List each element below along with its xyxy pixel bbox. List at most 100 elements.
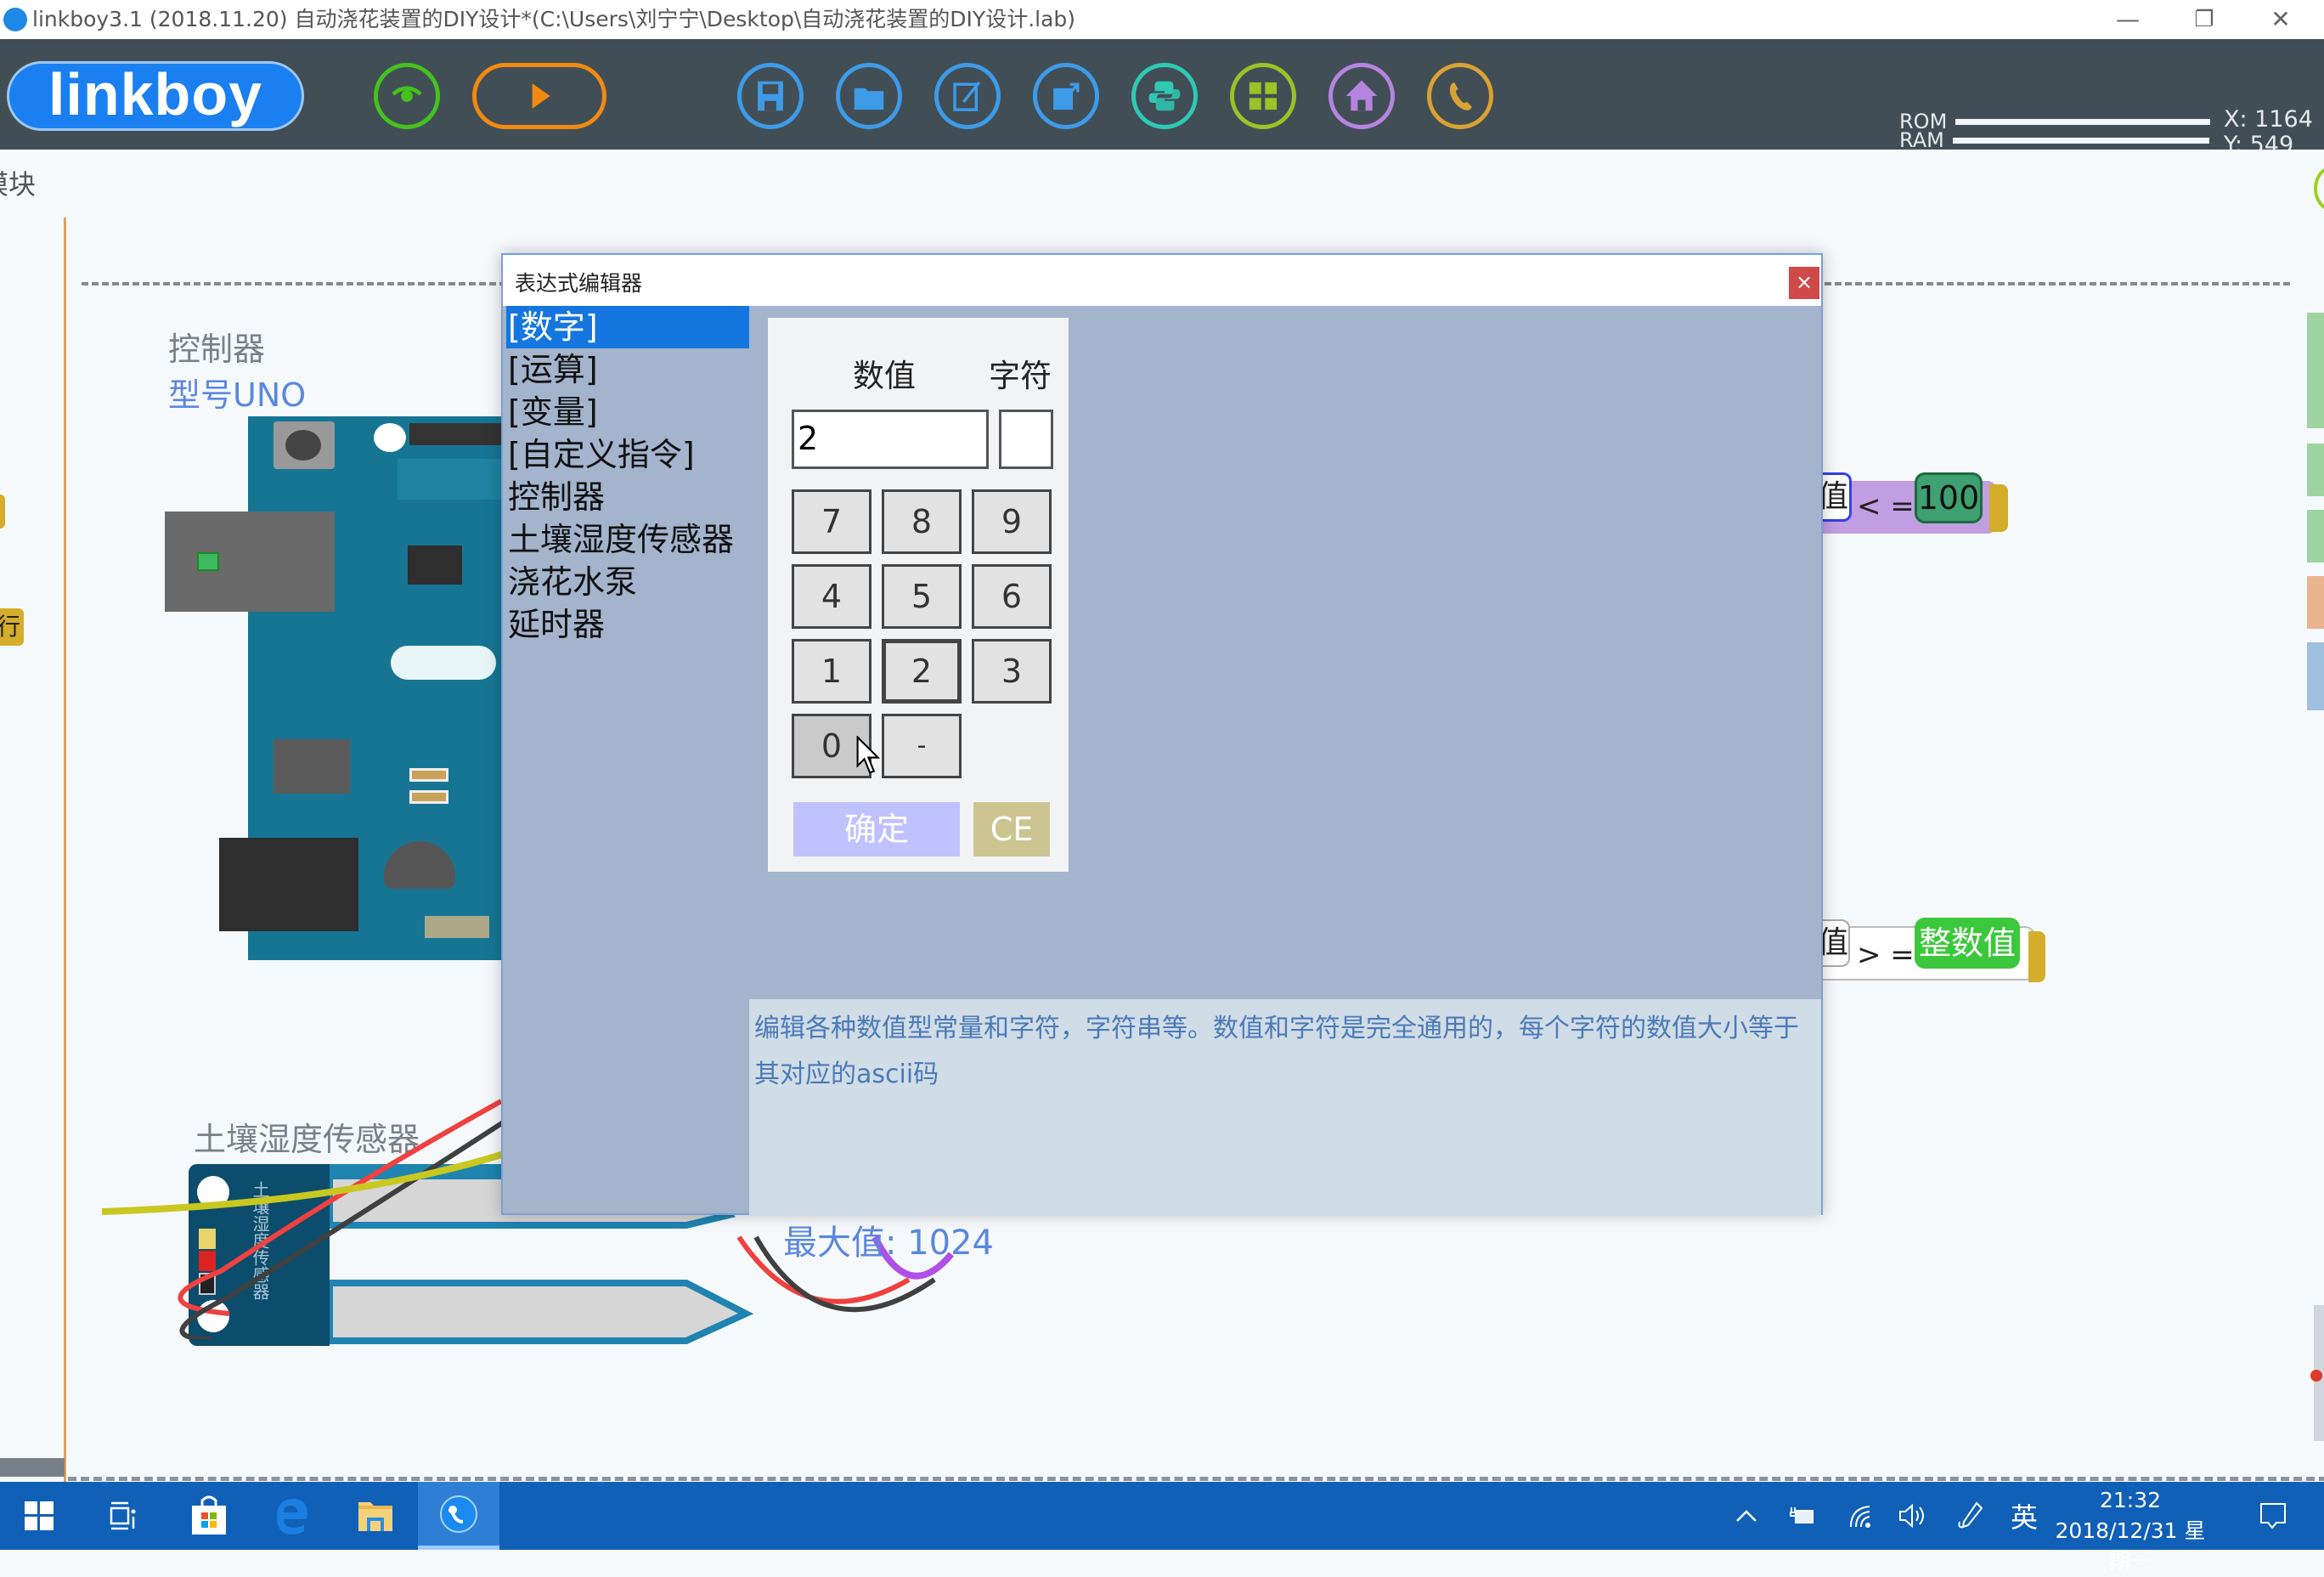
action-center-button[interactable] [2248, 1482, 2299, 1550]
char-input[interactable] [999, 410, 1053, 469]
side-block[interactable] [2307, 313, 2324, 428]
battery-button[interactable] [1782, 1482, 1823, 1550]
system-clock[interactable]: 21:32 2018/12/31 星期一 [2045, 1485, 2215, 1577]
edit-icon [953, 81, 981, 111]
menu-item-operation[interactable]: [运算] [506, 348, 749, 391]
menu-item-number[interactable]: [数字] [506, 306, 749, 348]
save-icon [758, 81, 783, 111]
side-block[interactable] [2307, 444, 2324, 496]
start-button[interactable] [0, 1482, 78, 1550]
linkboy-logo[interactable]: linkboy [7, 61, 304, 131]
dialog-close-button[interactable]: × [1789, 267, 1819, 299]
open-button[interactable] [836, 63, 902, 129]
volume-icon [1899, 1503, 1924, 1529]
dialog-title: 表达式编辑器 [515, 271, 643, 296]
view-button[interactable] [374, 63, 440, 129]
ime-indicator[interactable]: 英 [2003, 1482, 2045, 1550]
menu-item-soil-sensor[interactable]: 土壤湿度传感器 [506, 518, 749, 561]
menu-item-delay[interactable]: 延时器 [506, 603, 749, 646]
export-button[interactable] [1033, 63, 1099, 129]
mouse-cursor-icon [856, 736, 881, 774]
home-icon [1345, 80, 1378, 111]
code-block-stub [0, 495, 5, 528]
value-placeholder[interactable]: 整数值 [1915, 918, 2020, 969]
start-icon [25, 1501, 54, 1530]
key-6[interactable]: 6 [972, 564, 1052, 629]
code-block-stub[interactable]: 行 [0, 608, 24, 646]
menu-item-variable[interactable]: [变量] [506, 391, 749, 433]
memory-usage: ROM RAM [1899, 111, 2211, 152]
crystal [391, 646, 496, 680]
task-view-button[interactable] [83, 1482, 161, 1550]
grid-icon [1249, 82, 1278, 110]
pen-workspace-button[interactable] [1950, 1482, 1991, 1550]
module-tab-label[interactable]: 模块 [0, 163, 36, 202]
modules-button[interactable] [1230, 63, 1296, 129]
ram-label: RAM [1899, 128, 1944, 152]
side-block[interactable] [2307, 510, 2324, 562]
python-button[interactable] [1131, 63, 1198, 129]
dialog-header[interactable]: 表达式编辑器 × [503, 255, 1821, 306]
key-1[interactable]: 1 [792, 639, 872, 704]
expression-editor-dialog: 表达式编辑器 × [数字] [运算] [变量] [自定义指令] 控制器 土壤湿度… [501, 253, 1823, 1215]
block-value-slot[interactable]: 值 [1818, 472, 1852, 522]
run-button[interactable] [472, 63, 606, 129]
edge-button[interactable] [253, 1482, 331, 1550]
wifi-icon [1850, 1506, 1870, 1528]
key-minus[interactable]: - [882, 714, 962, 778]
side-block[interactable] [2307, 576, 2324, 629]
linkboy-taskbar-button[interactable] [418, 1482, 499, 1550]
rom-usage-bar [1955, 118, 2211, 125]
menu-item-water-pump[interactable]: 浇花水泵 [506, 561, 749, 603]
clock-date: 2018/12/31 星期一 [2055, 1518, 2206, 1574]
number-label: 数值 [853, 358, 916, 394]
compare-block-le[interactable]: 值 < = 100 [1818, 472, 2008, 534]
network-button[interactable] [1840, 1482, 1881, 1550]
folder-icon [854, 88, 884, 110]
store-icon [192, 1495, 226, 1535]
help-text: 编辑各种数值型常量和字符，字符串等。数值和字符是完全通用的，每个字符的数值大小等… [754, 1014, 1799, 1089]
clear-entry-button[interactable]: CE [973, 802, 1050, 856]
show-hidden-icons-button[interactable] [1728, 1482, 1765, 1550]
menu-item-controller[interactable]: 控制器 [506, 476, 749, 518]
store-button[interactable] [170, 1482, 248, 1550]
contact-button[interactable] [1427, 63, 1493, 129]
key-5[interactable]: 5 [882, 564, 962, 629]
number-input[interactable]: 2 [792, 410, 989, 469]
battery-icon [1790, 1507, 1814, 1523]
file-explorer-button[interactable] [336, 1482, 415, 1550]
number-keypad-panel: 数值 字符 2 7 8 9 4 5 6 1 2 3 0 - 确定 CE [768, 318, 1069, 872]
module-panel-scrollbar[interactable] [0, 1458, 65, 1477]
confirm-button[interactable]: 确定 [793, 802, 960, 856]
ram-usage-bar [1952, 137, 2209, 144]
menu-item-custom-command[interactable]: [自定义指令] [506, 433, 749, 476]
save-button[interactable] [737, 63, 804, 129]
operator-label: < = [1857, 489, 1915, 523]
key-9[interactable]: 9 [972, 489, 1052, 554]
reset-button [274, 421, 335, 469]
value-literal[interactable]: 100 [1915, 472, 1983, 523]
key-8[interactable]: 8 [882, 489, 962, 554]
key-3[interactable]: 3 [972, 639, 1052, 704]
key-7[interactable]: 7 [792, 489, 872, 554]
key-2[interactable]: 2 [882, 639, 962, 704]
file-explorer-icon [358, 1502, 392, 1531]
compare-block-ge[interactable]: 值 > = 整数值 [1818, 918, 2045, 982]
chevron-up-icon [1736, 1510, 1757, 1522]
restore-button[interactable]: ❐ [2166, 0, 2242, 39]
volume-button[interactable] [1891, 1482, 1935, 1550]
edit-button[interactable] [934, 63, 1001, 129]
side-block[interactable] [2307, 642, 2324, 710]
window-title: linkboy3.1 (2018.11.20) 自动浇花装置的DIY设计*(C:… [32, 7, 1076, 31]
close-window-button[interactable]: ✕ [2242, 0, 2319, 39]
home-button[interactable] [1328, 63, 1395, 129]
category-menu: [数字] [运算] [变量] [自定义指令] 控制器 土壤湿度传感器 浇花水泵 … [503, 306, 749, 1215]
voltage-regulator [274, 739, 350, 794]
taskbar: 英 21:32 2018/12/31 星期一 [0, 1482, 2324, 1574]
linkboy-icon [440, 1495, 477, 1533]
notification-icon [2260, 1503, 2286, 1529]
minimize-button[interactable]: — [2090, 0, 2166, 39]
module-panel [0, 218, 66, 1482]
key-4[interactable]: 4 [792, 564, 872, 629]
side-toggle[interactable] [2314, 167, 2324, 211]
